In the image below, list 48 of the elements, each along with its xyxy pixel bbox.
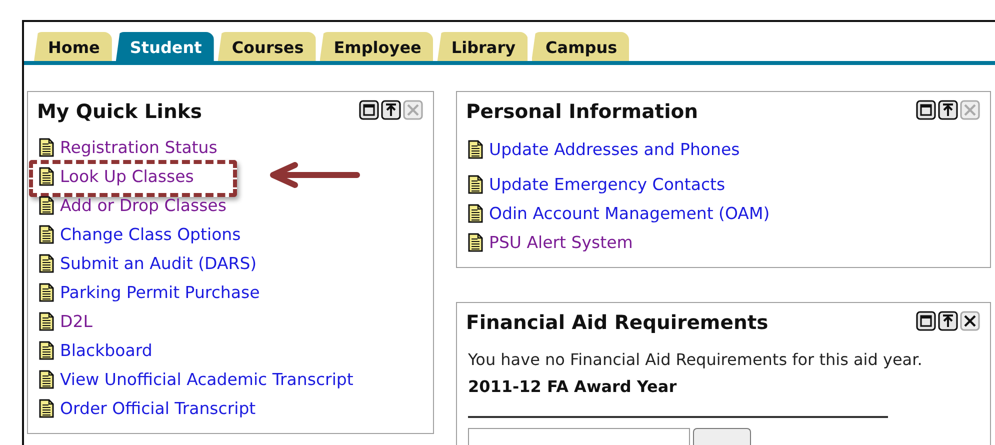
move-top-icon[interactable] xyxy=(381,100,401,120)
document-icon xyxy=(39,370,54,389)
quick-link[interactable]: Odin Account Management (OAM) xyxy=(489,204,770,223)
nav-tab[interactable]: Campus xyxy=(532,32,630,61)
nav-tab[interactable]: Library xyxy=(437,32,528,61)
quick-link[interactable]: Blackboard xyxy=(60,341,152,360)
year-select[interactable] xyxy=(468,428,690,445)
document-icon xyxy=(468,140,483,159)
nav-tab[interactable]: Courses xyxy=(218,32,316,61)
close-icon[interactable] xyxy=(960,311,980,331)
document-icon xyxy=(468,233,483,252)
quick-link[interactable]: Look Up Classes xyxy=(60,167,194,186)
document-icon xyxy=(39,225,54,244)
quick-link[interactable]: Add or Drop Classes xyxy=(60,196,226,215)
quick-link[interactable]: View Unofficial Academic Transcript xyxy=(60,370,354,389)
quick-link[interactable]: PSU Alert System xyxy=(489,233,633,252)
restore-icon[interactable] xyxy=(916,311,936,331)
quick-link[interactable]: Update Addresses and Phones xyxy=(489,140,740,159)
nav-tab[interactable]: Home xyxy=(34,32,112,61)
document-icon xyxy=(468,175,483,194)
quick-link[interactable]: Change Class Options xyxy=(60,225,241,244)
quick-link[interactable]: Registration Status xyxy=(60,138,218,157)
quick-link[interactable]: Update Emergency Contacts xyxy=(489,175,726,194)
quick-link[interactable]: Parking Permit Purchase xyxy=(60,283,260,302)
panel-title: Personal Information xyxy=(466,100,698,123)
document-icon xyxy=(39,399,54,418)
quick-link[interactable]: D2L xyxy=(60,312,92,331)
award-year-heading: 2011-12 FA Award Year xyxy=(468,377,678,396)
document-icon xyxy=(39,167,54,186)
quick-link[interactable]: Submit an Audit (DARS) xyxy=(60,254,257,273)
move-top-icon[interactable] xyxy=(938,100,958,120)
panel-title: Financial Aid Requirements xyxy=(466,311,768,334)
nav-tab[interactable]: Employee xyxy=(320,32,434,61)
move-top-icon[interactable] xyxy=(938,311,958,331)
go-button[interactable] xyxy=(693,428,751,445)
document-icon xyxy=(39,341,54,360)
document-icon xyxy=(39,196,54,215)
restore-icon[interactable] xyxy=(359,100,379,120)
document-icon xyxy=(39,312,54,331)
document-icon xyxy=(39,254,54,273)
document-icon xyxy=(39,138,54,157)
document-icon xyxy=(39,283,54,302)
quick-link[interactable]: Order Official Transcript xyxy=(60,399,256,418)
info-message: You have no Financial Aid Requirements for this aid year. xyxy=(468,350,924,369)
nav-tab[interactable]: Student xyxy=(116,32,214,61)
document-icon xyxy=(468,204,483,223)
restore-icon[interactable] xyxy=(916,100,936,120)
panel-title: My Quick Links xyxy=(37,100,202,123)
